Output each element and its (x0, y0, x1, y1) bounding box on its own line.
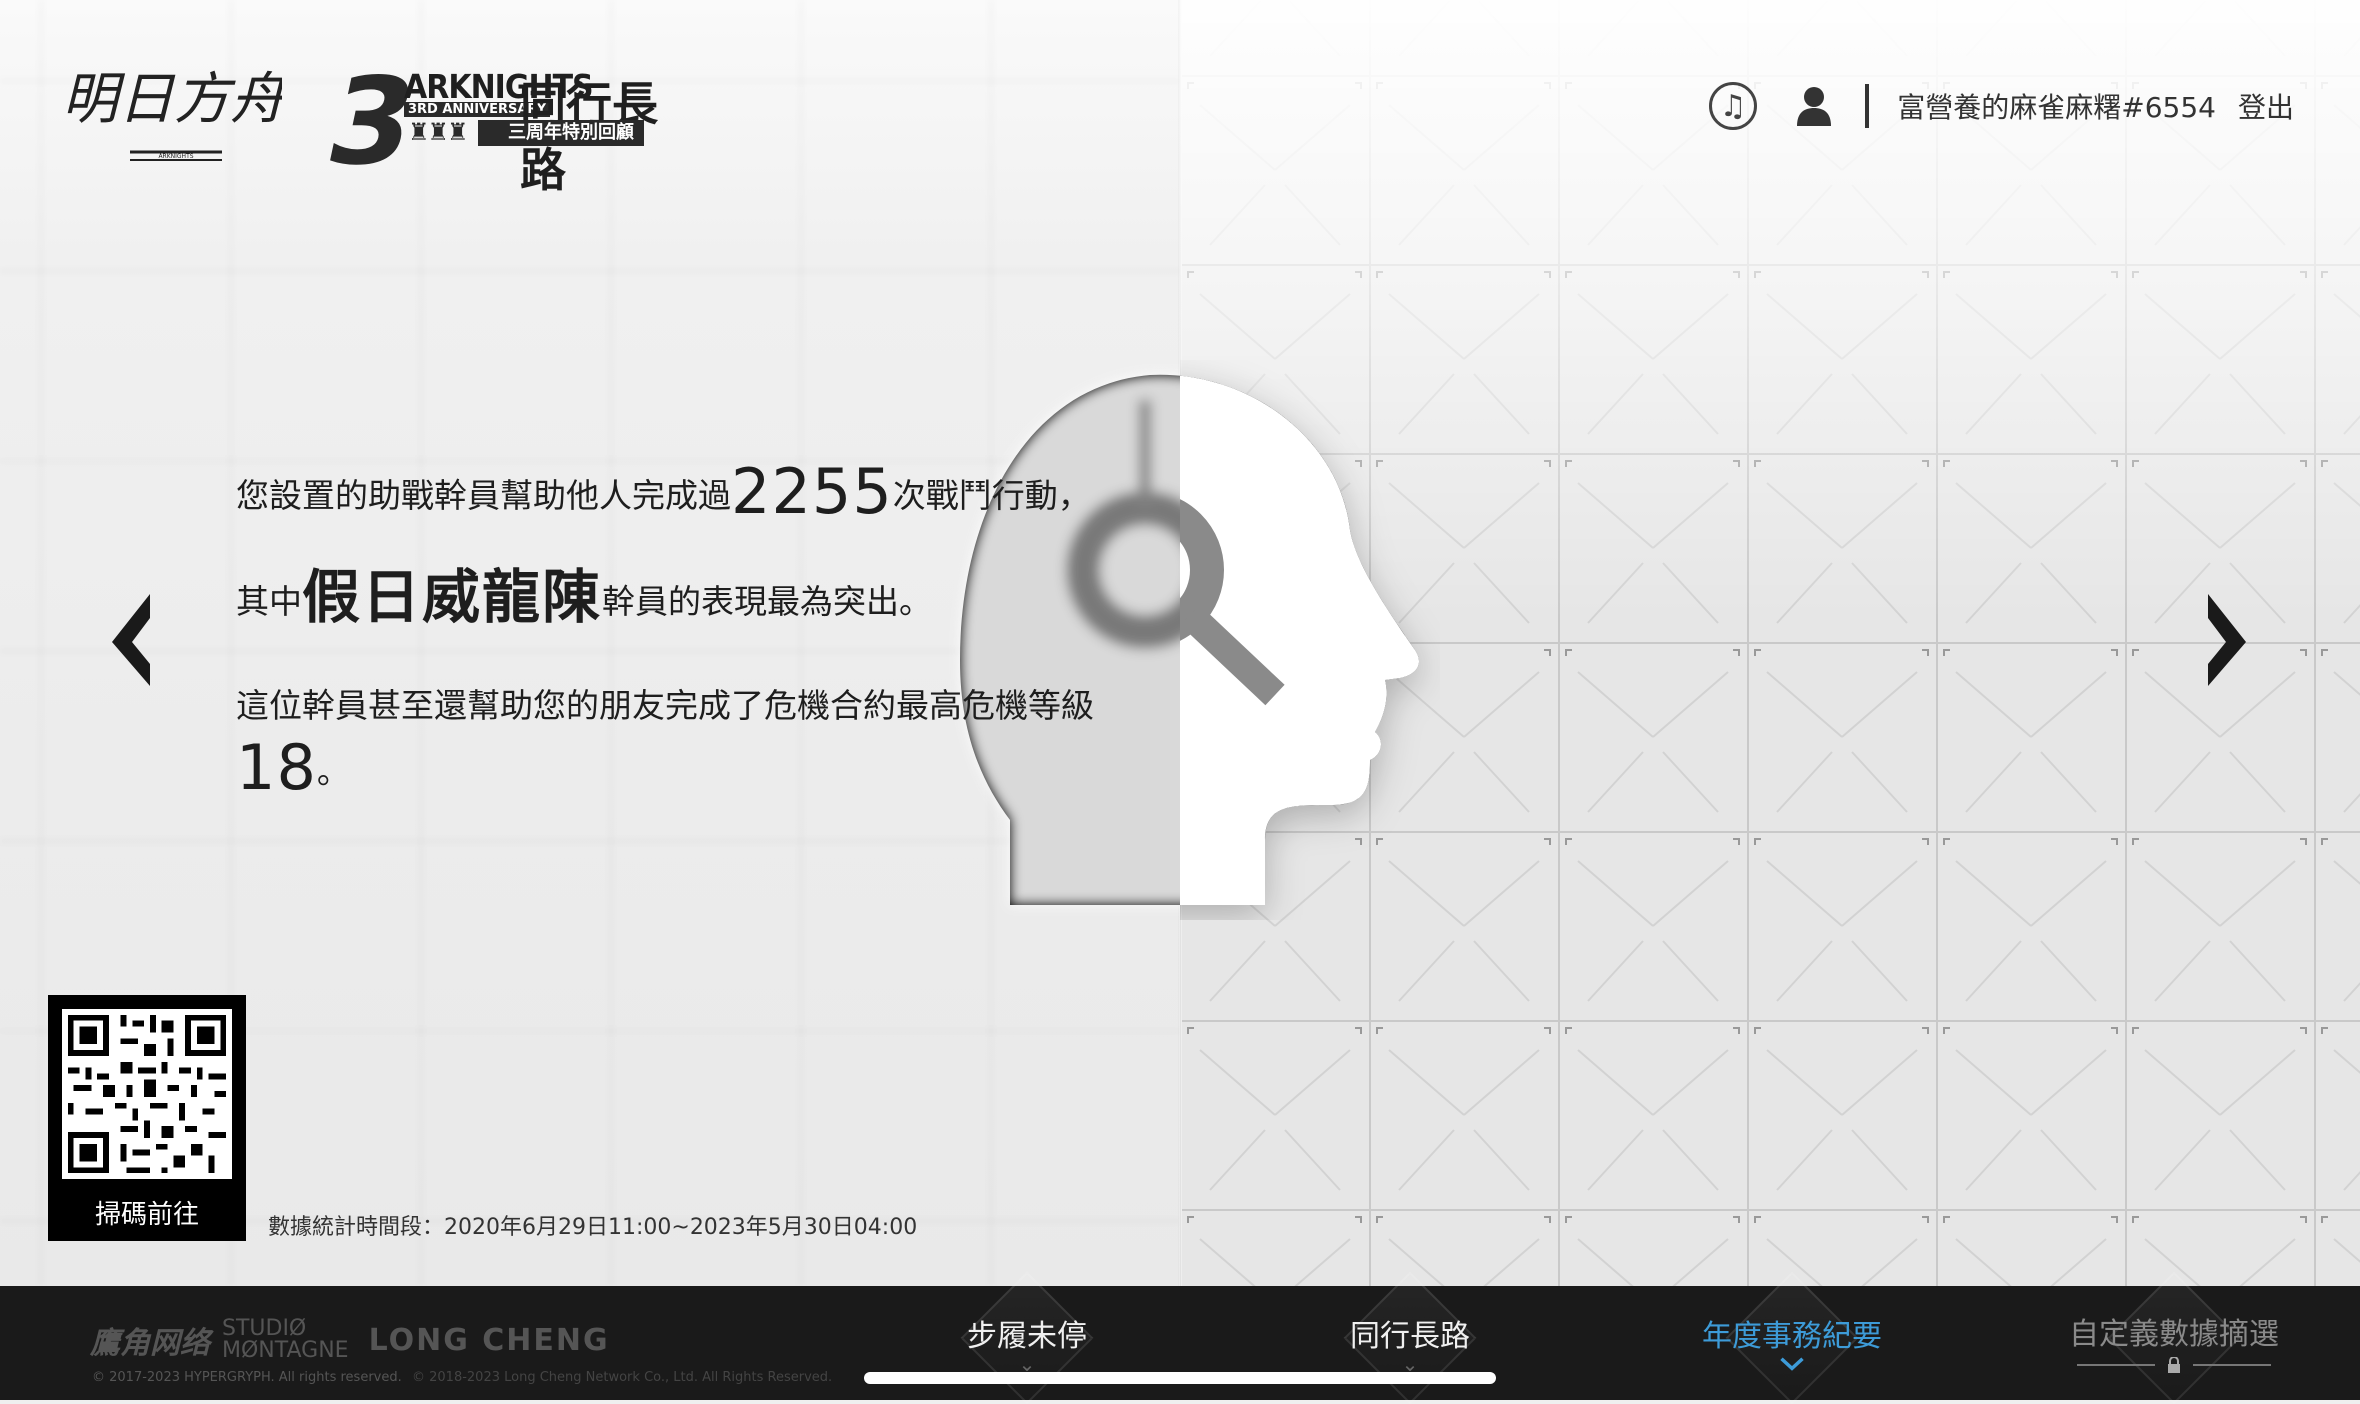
line2-prefix: 其中 (236, 582, 302, 621)
lock-line-right (2193, 1364, 2271, 1366)
hypergryph-logo: 鷹角网络 (90, 1326, 210, 1361)
nav-tab-annual-summary[interactable]: 年度事務紀要 (1642, 1271, 1942, 1404)
nav-tab-label: 同行長路 (1350, 1319, 1470, 1354)
logout-button[interactable]: 登出 (2238, 86, 2294, 126)
chess-icon: ♜♜♜ (408, 118, 469, 146)
nav-tab-label: 年度事務紀要 (1702, 1319, 1882, 1354)
music-note-icon[interactable]: ♫ (1709, 82, 1758, 130)
support-battle-count: 2255 (731, 455, 893, 528)
anniversary-zh-subtitle: 三周年特別回顧 (478, 120, 644, 146)
username: 富營養的麻雀麻糬#6554 (1897, 91, 2216, 124)
studio-montagne-logo: STUDIØ MØNTAGNE (222, 1318, 349, 1362)
qr-code-icon (62, 1009, 232, 1179)
summary-line-3-value: 18。 (236, 726, 350, 810)
lock-indicator (2077, 1357, 2271, 1373)
qr-label: 掃碼前往 (94, 1200, 199, 1230)
next-arrow-icon[interactable] (2202, 590, 2252, 690)
operator-name: 假日威龍陳 (302, 563, 603, 631)
arknights-logo: 明日方舟 ARKNIGHTS (62, 67, 282, 161)
svg-text:明日方舟: 明日方舟 (62, 67, 282, 132)
summary-line-2: 其中假日威龍陳幹員的表現最為突出。 (236, 558, 932, 636)
summary-line-1: 您設置的助戰幹員幫助他人完成過2255次戰鬥行動， (236, 450, 1091, 534)
head-silhouette-icon (960, 374, 1420, 905)
longcheng-logo: LONG CHENG (368, 1322, 610, 1358)
max-risk-level: 18 (236, 731, 317, 804)
separator (1865, 84, 1870, 128)
chevron-down-icon (1780, 1357, 1804, 1371)
publisher-logos: 鷹角网络 STUDIØ MØNTAGNE LONG CHENG (90, 1310, 610, 1370)
nav-tab-custom-data[interactable]: 自定義數據摘選 (2024, 1271, 2324, 1404)
svg-text:ARKNIGHTS: ARKNIGHTS (158, 153, 193, 160)
lock-line-left (2077, 1364, 2155, 1366)
line2-suffix: 幹員的表現最為突出。 (602, 582, 933, 621)
home-indicator[interactable] (864, 1372, 1496, 1384)
studio-logo-line-2: MØNTAGNE (222, 1338, 349, 1363)
top-bar: ♫ 富營養的麻雀麻糬#6554 登出 (1709, 80, 2294, 132)
lock-icon (2168, 1357, 2180, 1373)
line1-prefix: 您設置的助戰幹員幫助他人完成過 (236, 476, 731, 515)
nav-tab-label: 步履未停 (967, 1319, 1087, 1354)
nav-tab-label: 自定義數據摘選 (2069, 1317, 2279, 1352)
statistics-period: 數據統計時間段：2020年6月29日11:00~2023年5月30日04:00 (268, 1215, 918, 1240)
previous-arrow-icon[interactable] (106, 590, 156, 690)
line1-suffix: 次戰鬥行動， (892, 476, 1091, 515)
copyright-longcheng: © 2018-2023 Long Cheng Network Co., Ltd.… (412, 1370, 833, 1385)
line3-suffix: 。 (316, 752, 350, 791)
qr-code-button[interactable]: 掃碼前往 (48, 995, 246, 1241)
copyright-hypergryph: © 2017-2023 HYPERGRYPH. All rights reser… (92, 1370, 402, 1385)
anniversary-logo: 3 ARKNIGHTS 3RD ANNIVERSARY ♜♜♜ 同行長路 三周年… (315, 53, 690, 197)
user-icon[interactable] (1797, 86, 1832, 126)
chevron-down-icon: ⌄ (1401, 1352, 1419, 1376)
summary-line-3: 這位幹員甚至還幫助您的朋友完成了危機合約最高危機等級 (236, 686, 1094, 725)
chevron-down-icon: ⌄ (1018, 1352, 1036, 1376)
